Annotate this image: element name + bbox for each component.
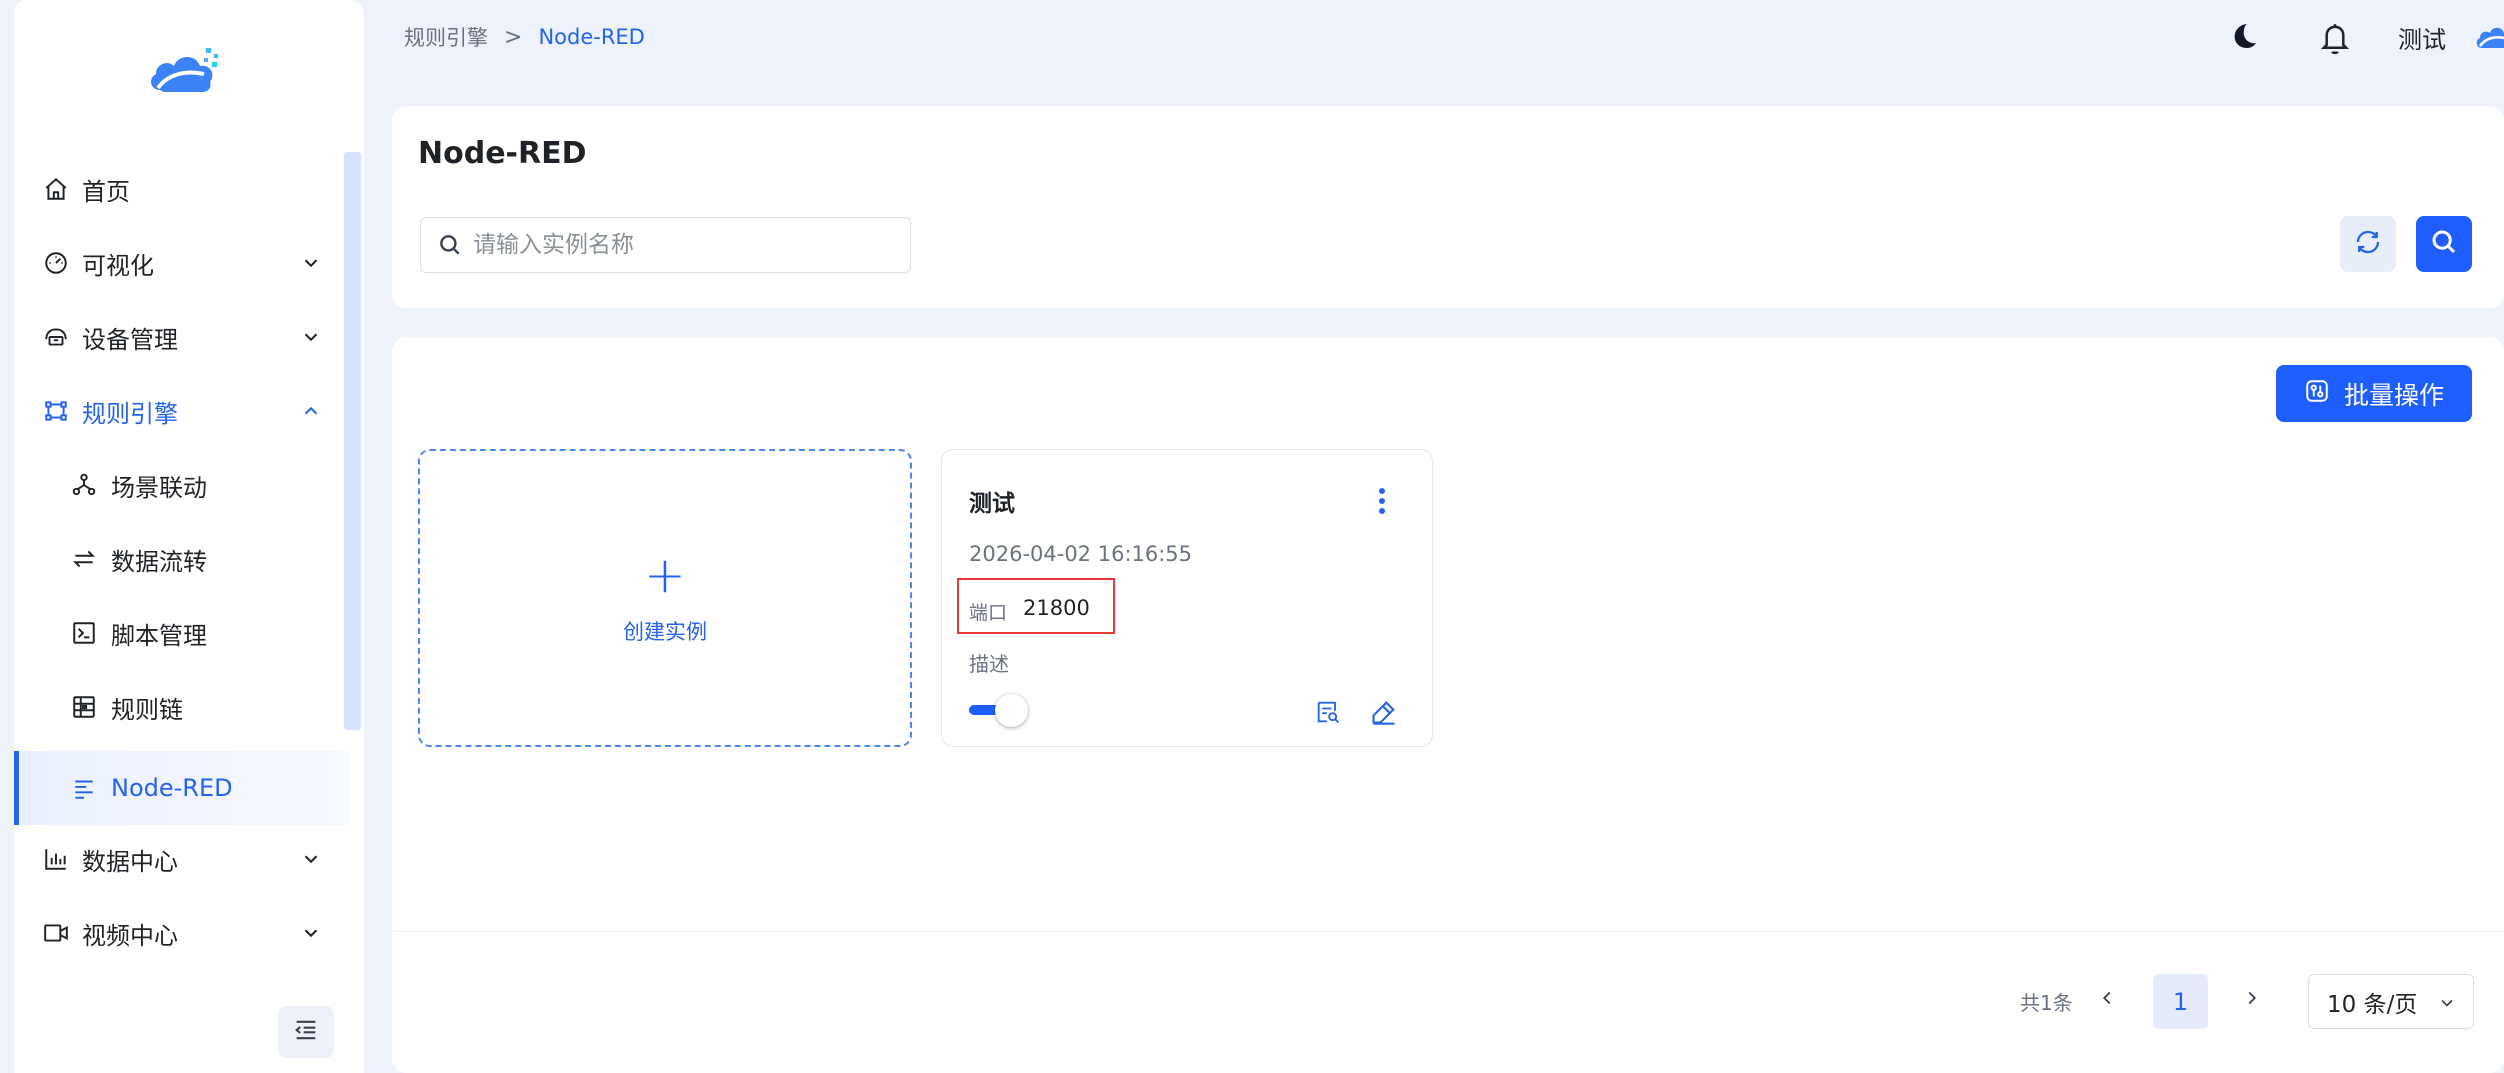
notification-bell-icon[interactable]	[2318, 20, 2352, 56]
plus-icon: +	[644, 546, 686, 604]
batch-operation-button[interactable]: 批量操作	[2276, 365, 2472, 422]
description-label: 描述	[969, 652, 1009, 676]
sidebar-item-label: 脚本管理	[111, 621, 207, 650]
sidebar-item-label: 数据中心	[82, 847, 178, 876]
data-flow-icon	[70, 545, 98, 573]
user-name[interactable]: 测试	[2398, 20, 2446, 55]
refresh-button[interactable]	[2340, 216, 2396, 272]
sidebar-item-label: 数据流转	[111, 547, 207, 576]
more-options-icon[interactable]	[1370, 486, 1394, 516]
page-size-value: 10 条/页	[2327, 991, 2418, 1018]
sidebar-item-scene-linkage[interactable]: 场景联动	[14, 455, 350, 515]
chevron-down-icon	[300, 252, 322, 274]
instance-card[interactable]: 测试 2026-04-02 16:16:55 端口 21800 描述	[941, 449, 1433, 747]
sidebar-collapse-button[interactable]	[278, 1006, 334, 1058]
sidebar-item-label: 设备管理	[82, 325, 178, 354]
chevron-down-icon	[300, 326, 322, 348]
edit-icon[interactable]	[1370, 698, 1398, 726]
sidebar-item-visualization[interactable]: 可视化	[14, 233, 350, 293]
pagination-page-1[interactable]: 1	[2153, 974, 2208, 1029]
sidebar-item-label: 场景联动	[111, 473, 207, 502]
instance-panel: 批量操作 + 创建实例 测试 2026-04-02 16:16:55 端口 21…	[392, 337, 2504, 1073]
port-value: 21800	[1023, 596, 1090, 620]
pagination-next-button[interactable]	[2237, 985, 2267, 1015]
rule-engine-icon	[42, 397, 70, 425]
sidebar: 首页 可视化 设备管理 规则引擎 场景联动 数据流转 脚本管理 规则链 Node…	[14, 0, 364, 1073]
dark-mode-icon[interactable]	[2228, 20, 2260, 52]
sidebar-item-node-red[interactable]: Node-RED	[14, 751, 350, 825]
batch-operation-icon	[2304, 378, 2330, 410]
batch-operation-label: 批量操作	[2343, 380, 2444, 410]
sidebar-item-script-management[interactable]: 脚本管理	[14, 603, 350, 663]
breadcrumb-parent[interactable]: 规则引擎	[404, 22, 488, 52]
port-label: 端口	[969, 602, 1008, 624]
home-icon	[42, 175, 70, 203]
chevron-right-icon	[2241, 987, 2263, 1013]
search-button[interactable]	[2416, 216, 2472, 272]
rule-chain-icon	[70, 693, 98, 721]
chevron-down-icon	[300, 848, 322, 870]
page-size-select[interactable]: 10 条/页	[2308, 974, 2474, 1029]
sidebar-item-label: 规则引擎	[82, 399, 178, 428]
create-instance-label: 创建实例	[623, 620, 707, 644]
device-icon	[42, 323, 70, 351]
create-instance-card[interactable]: + 创建实例	[418, 449, 912, 747]
chevron-left-icon	[2096, 987, 2118, 1013]
instance-name: 测试	[969, 491, 1015, 517]
sidebar-item-home[interactable]: 首页	[14, 159, 350, 219]
instance-date: 2026-04-02 16:16:55	[969, 542, 1193, 566]
chevron-down-icon	[300, 922, 322, 944]
video-icon	[42, 919, 70, 947]
page-title: Node-RED	[418, 136, 587, 171]
script-icon	[70, 619, 98, 647]
breadcrumb: 规则引擎 > Node-RED	[404, 22, 645, 52]
sidebar-item-rule-engine[interactable]: 规则引擎	[14, 381, 350, 441]
sidebar-item-device-management[interactable]: 设备管理	[14, 307, 350, 367]
dashboard-icon	[42, 249, 70, 277]
pagination-total: 共1条	[2020, 991, 2073, 1015]
avatar[interactable]	[2474, 22, 2504, 52]
sidebar-item-label: 规则链	[111, 695, 183, 724]
view-log-icon[interactable]	[1314, 698, 1342, 726]
search-icon	[2429, 227, 2459, 261]
search-panel: Node-RED	[392, 106, 2504, 308]
sidebar-item-rule-chain[interactable]: 规则链	[14, 677, 350, 737]
search-icon	[437, 232, 463, 258]
divider	[392, 931, 2504, 932]
breadcrumb-current: Node-RED	[538, 25, 645, 49]
chart-icon	[42, 845, 70, 873]
refresh-icon	[2353, 227, 2383, 261]
breadcrumb-separator: >	[504, 24, 523, 50]
app-logo[interactable]	[144, 44, 224, 104]
instance-enable-toggle[interactable]	[969, 694, 1029, 727]
sidebar-item-data-center[interactable]: 数据中心	[14, 829, 350, 889]
scene-link-icon	[70, 471, 98, 499]
sidebar-item-label: 可视化	[82, 251, 154, 280]
sidebar-item-label: 首页	[82, 177, 130, 206]
sidebar-item-label: 视频中心	[82, 921, 178, 950]
search-field[interactable]	[420, 217, 911, 273]
collapse-menu-icon	[292, 1016, 320, 1048]
sidebar-item-data-flow[interactable]: 数据流转	[14, 529, 350, 589]
sidebar-item-video-center[interactable]: 视频中心	[14, 903, 350, 963]
chevron-down-icon	[2437, 993, 2457, 1013]
sidebar-item-label: Node-RED	[111, 774, 233, 802]
node-red-icon	[70, 774, 98, 802]
search-input[interactable]	[473, 232, 893, 258]
pagination-prev-button[interactable]	[2092, 985, 2122, 1015]
chevron-up-icon	[300, 400, 322, 422]
